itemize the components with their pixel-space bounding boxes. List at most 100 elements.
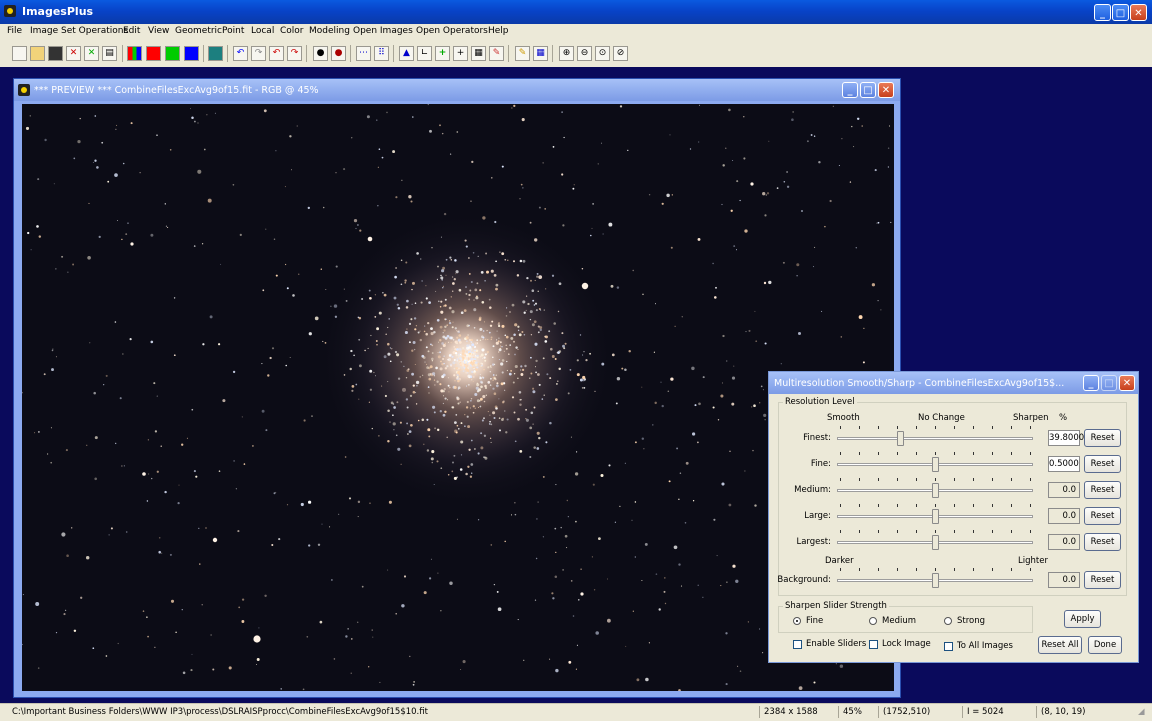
star-cluster-image[interactable] [22,104,894,691]
star [521,118,525,122]
star [492,379,494,382]
star [534,366,537,368]
redo-icon[interactable]: ↷ [251,46,266,61]
pencil-icon[interactable]: ✎ [515,46,530,61]
zoom-fit-icon[interactable]: ⊙ [595,46,610,61]
star [448,321,452,325]
background-reset-button[interactable]: Reset [1084,571,1121,589]
large-value[interactable]: 0.0 [1048,508,1080,524]
dialog-minimize-button[interactable]: _ [1083,375,1099,391]
preview-close-button[interactable]: ✕ [878,82,894,98]
minimize-button[interactable]: _ [1094,4,1111,21]
star [581,268,584,270]
background-slider-thumb[interactable] [932,573,939,588]
done-button[interactable]: Done [1088,636,1122,654]
green-channel-icon[interactable] [165,46,180,61]
menu-point[interactable]: Point [222,26,244,36]
menu-local[interactable]: Local [251,26,274,36]
toolbar: ✕ ✕ ▤ ↶ ↷ ↶ ↷ ● ● ⋯ ⠿ ▲ ∟ + + ▦ ✎ ✎ ▦ ⊕ … [0,40,1152,68]
star [392,150,396,154]
largest-reset-button[interactable]: Reset [1084,533,1121,551]
new-icon[interactable] [12,46,27,61]
close-green-icon[interactable]: ✕ [84,46,99,61]
dark-icon[interactable]: ● [313,46,328,61]
slider-tick [992,504,993,507]
preview-maximize-button[interactable]: □ [860,82,876,98]
strong-strength-radio[interactable] [944,617,952,625]
open-icon[interactable] [30,46,45,61]
menu-open-images[interactable]: Open Images [353,26,413,36]
save-icon[interactable] [48,46,63,61]
table-icon[interactable]: ▦ [471,46,486,61]
medium-strength-radio[interactable] [869,617,877,625]
star [292,294,295,297]
triangle-icon[interactable]: ▲ [399,46,414,61]
fine-strength-radio[interactable] [793,617,801,625]
plus-icon[interactable]: + [435,46,450,61]
finest-value[interactable]: 39.8000 [1048,430,1084,446]
zoom-actual-icon[interactable]: ⊘ [613,46,628,61]
undo2-icon[interactable]: ↶ [269,46,284,61]
red-channel-icon[interactable] [146,46,161,61]
grid-icon[interactable] [208,46,223,61]
light-icon[interactable]: ● [331,46,346,61]
zoom-in-icon[interactable]: ⊕ [559,46,574,61]
corner-icon[interactable]: ∟ [417,46,432,61]
largest-slider-thumb[interactable] [932,535,939,550]
dialog-title-bar[interactable]: Multiresolution Smooth/Sharp - CombineFi… [769,372,1138,394]
zoom-out-icon[interactable]: ⊖ [577,46,592,61]
fine-reset-button[interactable]: Reset [1084,455,1121,473]
background-value[interactable]: 0.0 [1048,572,1080,588]
menu-open-operators[interactable]: Open Operators [416,26,488,36]
medium-value[interactable]: 0.0 [1048,482,1080,498]
chart-icon[interactable]: ⠿ [374,46,389,61]
menu-modeling[interactable]: Modeling [309,26,350,36]
apply-button[interactable]: Apply [1064,610,1101,628]
large-slider-thumb[interactable] [932,509,939,524]
maximize-button[interactable]: □ [1112,4,1129,21]
medium-slider-thumb[interactable] [932,483,939,498]
star [411,288,413,291]
menu-geometric[interactable]: Geometric [175,26,222,36]
fine-value[interactable]: 0.5000 [1048,456,1080,472]
preview-minimize-button[interactable]: _ [842,82,858,98]
menu-image-set-operations[interactable]: Image Set Operations [30,26,128,36]
menu-file[interactable]: File [7,26,22,36]
star [514,502,516,504]
dots-icon[interactable]: ⋯ [356,46,371,61]
star [874,169,877,172]
finest-slider-thumb[interactable] [896,431,904,446]
star [347,628,349,630]
rgb-icon[interactable] [127,46,142,61]
star [532,390,536,394]
resize-grip-icon[interactable]: ◢ [1134,706,1145,718]
color-picker-icon[interactable]: ✎ [489,46,504,61]
finest-reset-button[interactable]: Reset [1084,429,1121,447]
menu-help[interactable]: Help [488,26,509,36]
large-reset-button[interactable]: Reset [1084,507,1121,525]
to-all-images-checkbox[interactable] [944,642,953,651]
largest-value[interactable]: 0.0 [1048,534,1080,550]
star [529,318,532,321]
menu-view[interactable]: View [148,26,169,36]
menu-edit[interactable]: Edit [123,26,140,36]
close-red-icon[interactable]: ✕ [66,46,81,61]
lock-image-checkbox[interactable] [869,640,878,649]
crosshair-icon[interactable]: + [453,46,468,61]
undo-icon[interactable]: ↶ [233,46,248,61]
fine-slider-thumb[interactable] [932,457,939,472]
matrix-icon[interactable]: ▦ [533,46,548,61]
menu-color[interactable]: Color [280,26,304,36]
reset-all-button[interactable]: Reset All [1038,636,1082,654]
star [519,259,523,263]
print-icon[interactable]: ▤ [102,46,117,61]
dialog-close-button[interactable]: ✕ [1119,375,1135,391]
blue-channel-icon[interactable] [184,46,199,61]
preview-title-bar[interactable]: *** PREVIEW *** CombineFilesExcAvg9of15.… [14,79,900,101]
finest-slider-track[interactable] [837,437,1033,440]
medium-reset-button[interactable]: Reset [1084,481,1121,499]
redo2-icon[interactable]: ↷ [287,46,302,61]
star [821,310,823,312]
enable-sliders-checkbox[interactable] [793,640,802,649]
close-button[interactable]: ✕ [1130,4,1147,21]
